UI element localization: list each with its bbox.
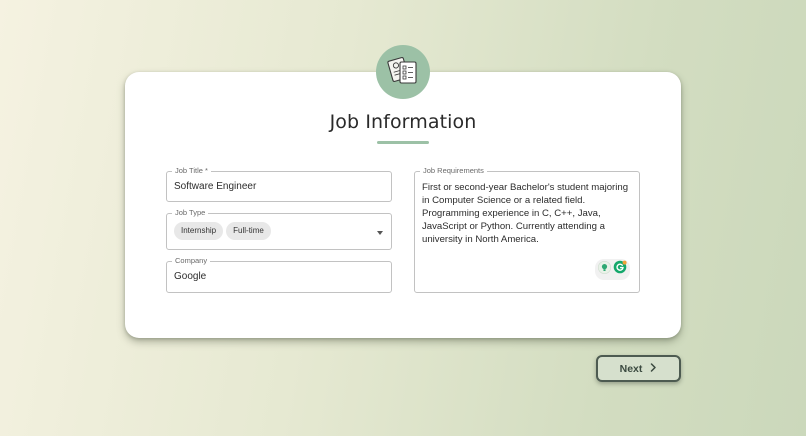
writing-assistant-icons[interactable] (595, 259, 630, 280)
job-title-label: Job Title * (172, 166, 211, 176)
company-label: Company (172, 256, 211, 266)
job-requirements-textarea[interactable]: Job Requirements First or second-year Ba… (414, 166, 640, 293)
job-type-label: Job Type (172, 208, 209, 218)
job-type-chips: Internship Full-time (174, 222, 274, 240)
next-button-label: Next (619, 362, 643, 375)
job-type-select[interactable]: Job Type Internship Full-time (166, 208, 392, 250)
job-requirements-value: First or second-year Bachelor's student … (422, 182, 629, 245)
chip-internship[interactable]: Internship (174, 222, 224, 240)
chip-full-time[interactable]: Full-time (226, 222, 271, 240)
job-requirements-label: Job Requirements (420, 166, 487, 176)
grammarly-icon[interactable] (613, 260, 627, 279)
company-field[interactable]: Company Google (166, 256, 392, 293)
documents-icon-badge (376, 45, 430, 99)
documents-icon (386, 54, 420, 91)
chevron-right-icon (650, 362, 657, 375)
title-underline (377, 141, 429, 144)
dropdown-arrow-icon[interactable] (377, 231, 383, 235)
page-title: Job Information (329, 111, 477, 133)
job-information-card: Job Information Job Title * Software Eng… (125, 72, 681, 338)
job-title-field[interactable]: Job Title * Software Engineer (166, 166, 392, 202)
job-title-value: Software Engineer (174, 181, 257, 192)
next-button[interactable]: Next (596, 355, 681, 382)
company-value: Google (174, 271, 207, 282)
lightbulb-icon[interactable] (598, 260, 611, 279)
